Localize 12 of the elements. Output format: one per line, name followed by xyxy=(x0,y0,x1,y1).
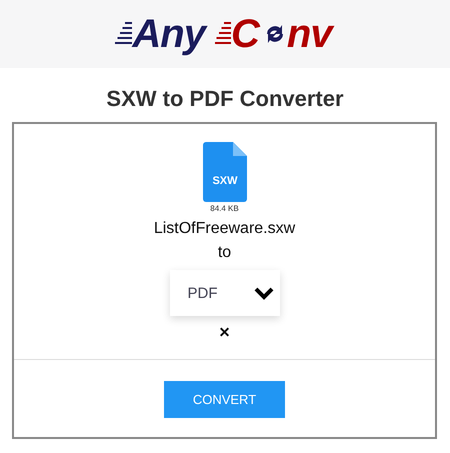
file-icon: SXW xyxy=(202,142,246,202)
page-title: SXW to PDF Converter xyxy=(105,86,345,113)
to-label: to xyxy=(218,244,232,262)
logo-text: Any xyxy=(132,12,209,56)
chevron-down-icon xyxy=(254,286,274,300)
format-select[interactable]: PDF xyxy=(170,270,280,316)
format-value: PDF xyxy=(188,284,218,302)
file-size: 84.4 KB xyxy=(210,204,239,213)
file-name: ListOfFreeware.sxw xyxy=(154,220,296,238)
logo-text: C xyxy=(231,12,261,56)
remove-button[interactable]: × xyxy=(219,322,230,343)
logo-text: nv xyxy=(286,12,336,56)
